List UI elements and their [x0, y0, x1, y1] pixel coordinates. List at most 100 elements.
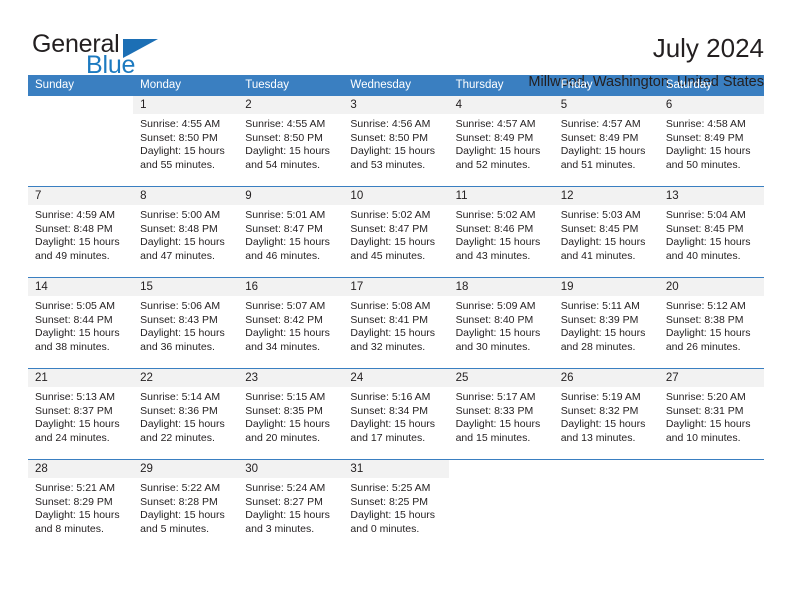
- calendar-day[interactable]: 27 Sunrise: 5:20 AM Sunset: 8:31 PM Dayligh…: [658, 369, 764, 459]
- sunset-time: Sunset: 8:35 PM: [245, 404, 323, 417]
- calendar-day[interactable]: 28 Sunrise: 5:21 AM Sunset: 8:29 PM Dayligh…: [28, 460, 134, 550]
- calendar-day[interactable]: 17 Sunrise: 5:08 AM Sunset: 8:41 PM Dayligh…: [343, 278, 449, 368]
- daylight-duration-line1: Daylight: 15 hours: [455, 236, 541, 249]
- daylight-duration-line1: Daylight: 15 hours: [245, 327, 330, 340]
- sunset-time: Sunset: 8:43 PM: [140, 313, 218, 326]
- calendar-day[interactable]: 4 Sunrise: 4:57 AM Sunset: 8:49 PM Daylight…: [448, 96, 554, 186]
- calendar-day[interactable]: 15 Sunrise: 5:06 AM Sunset: 8:43 PM Dayligh…: [133, 278, 239, 368]
- sunrise-time: Sunrise: 5:13 AM: [35, 391, 115, 403]
- daylight-duration-line1: Daylight: 15 hours: [245, 509, 330, 522]
- calendar-cell: 20 Sunrise: 5:12 AM Sunset: 8:38 PM Dayligh…: [658, 277, 764, 369]
- sunrise-time: Sunrise: 5:03 AM: [560, 209, 641, 221]
- day-details: Sunrise: 5:00 AM Sunset: 8:48 PM Daylight:…: [133, 205, 238, 263]
- calendar-day[interactable]: 24 Sunrise: 5:16 AM Sunset: 8:34 PM Dayligh…: [343, 369, 449, 459]
- calendar-day-empty: [659, 460, 764, 550]
- day-details: Sunrise: 5:16 AM Sunset: 8:34 PM Daylight:…: [343, 387, 448, 445]
- calendar-cell: 30 Sunrise: 5:24 AM Sunset: 8:27 PM Dayligh…: [238, 459, 344, 550]
- daylight-duration-line2: and 45 minutes.: [350, 249, 426, 262]
- calendar-day[interactable]: 14 Sunrise: 5:05 AM Sunset: 8:44 PM Dayligh…: [28, 278, 134, 368]
- day-details: Sunrise: 5:07 AM Sunset: 8:42 PM Daylight:…: [238, 296, 343, 354]
- daylight-duration-line1: Daylight: 15 hours: [140, 418, 225, 431]
- sunset-time: Sunset: 8:25 PM: [350, 495, 429, 508]
- calendar-week-row: 28 Sunrise: 5:21 AM Sunset: 8:29 PM Dayligh…: [28, 459, 764, 550]
- daylight-duration-line1: Daylight: 15 hours: [350, 236, 436, 249]
- day-number: 18: [448, 278, 554, 296]
- general-blue-logo[interactable]: General Blue: [28, 30, 158, 86]
- calendar-day[interactable]: 13 Sunrise: 5:04 AM Sunset: 8:45 PM Dayligh…: [658, 187, 764, 277]
- calendar-cell: 4 Sunrise: 4:57 AM Sunset: 8:49 PM Daylight…: [448, 96, 554, 187]
- day-number: 13: [658, 187, 764, 205]
- sunrise-time: Sunrise: 5:00 AM: [140, 209, 221, 221]
- daylight-duration-line2: and 46 minutes.: [245, 249, 320, 262]
- daylight-duration-line1: Daylight: 15 hours: [350, 145, 436, 158]
- calendar-day[interactable]: 16 Sunrise: 5:07 AM Sunset: 8:42 PM Dayligh…: [238, 278, 344, 368]
- day-number: 24: [343, 369, 449, 387]
- daylight-duration-line2: and 20 minutes.: [245, 431, 320, 444]
- calendar-day[interactable]: 23 Sunrise: 5:15 AM Sunset: 8:35 PM Dayligh…: [238, 369, 344, 459]
- calendar-cell: 14 Sunrise: 5:05 AM Sunset: 8:44 PM Dayligh…: [28, 277, 134, 369]
- sunset-time: Sunset: 8:33 PM: [455, 404, 534, 417]
- day-number: 2: [238, 96, 344, 114]
- calendar-day[interactable]: 29 Sunrise: 5:22 AM Sunset: 8:28 PM Dayligh…: [133, 460, 239, 550]
- daylight-duration-line1: Daylight: 15 hours: [140, 236, 225, 249]
- calendar-cell: 13 Sunrise: 5:04 AM Sunset: 8:45 PM Dayligh…: [658, 186, 764, 278]
- daylight-duration-line2: and 13 minutes.: [560, 431, 636, 444]
- logo-text-blue: Blue: [86, 51, 136, 79]
- day-details: Sunrise: 4:55 AM Sunset: 8:50 PM Daylight:…: [238, 114, 343, 172]
- day-number: 17: [343, 278, 449, 296]
- calendar-day[interactable]: 6 Sunrise: 4:58 AM Sunset: 8:49 PM Daylight…: [658, 96, 764, 186]
- calendar-day[interactable]: 10 Sunrise: 5:02 AM Sunset: 8:47 PM Dayligh…: [343, 187, 449, 277]
- calendar-day[interactable]: 2 Sunrise: 4:55 AM Sunset: 8:50 PM Daylight…: [238, 96, 344, 186]
- calendar-cell: 19 Sunrise: 5:11 AM Sunset: 8:39 PM Dayligh…: [553, 277, 659, 369]
- daylight-duration-line2: and 52 minutes.: [455, 158, 531, 171]
- daylight-duration-line2: and 17 minutes.: [350, 431, 426, 444]
- day-details: Sunrise: 5:25 AM Sunset: 8:25 PM Daylight:…: [343, 478, 448, 536]
- day-details: Sunrise: 4:57 AM Sunset: 8:49 PM Daylight:…: [554, 114, 659, 172]
- day-details: Sunrise: 4:56 AM Sunset: 8:50 PM Daylight:…: [343, 114, 448, 172]
- calendar-day[interactable]: 31 Sunrise: 5:25 AM Sunset: 8:25 PM Dayligh…: [343, 460, 449, 550]
- daylight-duration-line1: Daylight: 15 hours: [455, 327, 541, 340]
- daylight-duration-line1: Daylight: 15 hours: [665, 145, 751, 158]
- calendar-day[interactable]: 30 Sunrise: 5:24 AM Sunset: 8:27 PM Dayligh…: [238, 460, 344, 550]
- day-number: 31: [343, 460, 449, 478]
- sunset-time: Sunset: 8:27 PM: [245, 495, 323, 508]
- calendar-day[interactable]: 18 Sunrise: 5:09 AM Sunset: 8:40 PM Dayligh…: [448, 278, 554, 368]
- day-details: Sunrise: 5:20 AM Sunset: 8:31 PM Daylight:…: [659, 387, 764, 445]
- calendar-day[interactable]: 9 Sunrise: 5:01 AM Sunset: 8:47 PM Daylight…: [238, 187, 344, 277]
- calendar-day[interactable]: 25 Sunrise: 5:17 AM Sunset: 8:33 PM Dayligh…: [448, 369, 554, 459]
- day-details: Sunrise: 5:15 AM Sunset: 8:35 PM Daylight:…: [238, 387, 343, 445]
- calendar-cell: 5 Sunrise: 4:57 AM Sunset: 8:49 PM Daylight…: [553, 96, 659, 187]
- day-number: 1: [133, 96, 239, 114]
- day-number: 14: [28, 278, 134, 296]
- day-details: [554, 478, 659, 482]
- sunrise-time: Sunrise: 5:14 AM: [140, 391, 221, 403]
- calendar-day[interactable]: 3 Sunrise: 4:56 AM Sunset: 8:50 PM Daylight…: [343, 96, 449, 186]
- calendar-week-row: 7 Sunrise: 4:59 AM Sunset: 8:48 PM Daylight…: [28, 186, 764, 278]
- calendar-day[interactable]: 1 Sunrise: 4:55 AM Sunset: 8:50 PM Daylight…: [133, 96, 239, 186]
- sunset-time: Sunset: 8:37 PM: [35, 404, 113, 417]
- sunset-time: Sunset: 8:34 PM: [350, 404, 429, 417]
- calendar-day[interactable]: 19 Sunrise: 5:11 AM Sunset: 8:39 PM Dayligh…: [553, 278, 659, 368]
- sunrise-time: Sunrise: 5:24 AM: [245, 482, 326, 494]
- sunset-time: Sunset: 8:47 PM: [245, 222, 323, 235]
- day-details: Sunrise: 5:24 AM Sunset: 8:27 PM Daylight:…: [238, 478, 343, 536]
- daylight-duration-line1: Daylight: 15 hours: [140, 145, 225, 158]
- calendar-day[interactable]: 5 Sunrise: 4:57 AM Sunset: 8:49 PM Daylight…: [553, 96, 659, 186]
- calendar-day[interactable]: 7 Sunrise: 4:59 AM Sunset: 8:48 PM Daylight…: [28, 187, 134, 277]
- daylight-duration-line2: and 15 minutes.: [455, 431, 531, 444]
- calendar-day[interactable]: 21 Sunrise: 5:13 AM Sunset: 8:37 PM Dayligh…: [28, 369, 134, 459]
- calendar-day[interactable]: 20 Sunrise: 5:12 AM Sunset: 8:38 PM Dayligh…: [658, 278, 764, 368]
- day-details: Sunrise: 5:12 AM Sunset: 8:38 PM Daylight:…: [659, 296, 764, 354]
- calendar-day-empty: [449, 460, 554, 550]
- calendar-day[interactable]: 22 Sunrise: 5:14 AM Sunset: 8:36 PM Dayligh…: [133, 369, 239, 459]
- calendar-day[interactable]: 12 Sunrise: 5:03 AM Sunset: 8:45 PM Dayligh…: [553, 187, 659, 277]
- calendar-day[interactable]: 26 Sunrise: 5:19 AM Sunset: 8:32 PM Dayligh…: [553, 369, 659, 459]
- calendar-day[interactable]: 8 Sunrise: 5:00 AM Sunset: 8:48 PM Daylight…: [133, 187, 239, 277]
- day-details: Sunrise: 5:22 AM Sunset: 8:28 PM Daylight:…: [133, 478, 238, 536]
- daylight-duration-line1: Daylight: 15 hours: [665, 418, 751, 431]
- calendar-day[interactable]: 11 Sunrise: 5:02 AM Sunset: 8:46 PM Dayligh…: [448, 187, 554, 277]
- sunrise-time: Sunrise: 4:57 AM: [455, 118, 536, 130]
- day-details: Sunrise: 5:05 AM Sunset: 8:44 PM Daylight:…: [28, 296, 133, 354]
- sunrise-time: Sunrise: 5:17 AM: [455, 391, 536, 403]
- sunrise-time: Sunrise: 5:11 AM: [560, 300, 640, 312]
